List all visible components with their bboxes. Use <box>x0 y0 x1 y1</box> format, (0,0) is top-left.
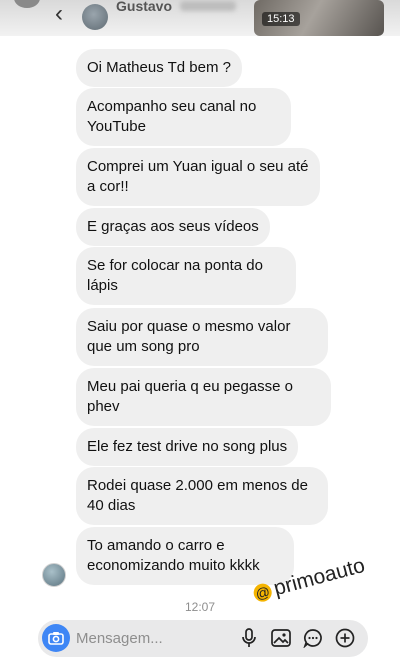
image-icon <box>271 629 291 647</box>
contact-name[interactable]: Gustavo <box>116 0 172 14</box>
message-bubble[interactable]: Se for colocar na ponta do lápis <box>76 247 296 305</box>
message-bubble[interactable]: Ele fez test drive no song plus <box>76 428 299 466</box>
chat-bubble-icon <box>303 629 322 648</box>
plus-circle-icon <box>335 628 355 648</box>
name-redaction <box>180 1 236 11</box>
sticker-button[interactable] <box>302 627 324 649</box>
microphone-button[interactable] <box>238 627 260 649</box>
at-icon: @ <box>251 581 274 604</box>
message-bubble[interactable]: To amando o carro e economizando muito k… <box>76 527 294 585</box>
add-button[interactable] <box>334 627 356 649</box>
message-bubble[interactable]: Rodei quase 2.000 em menos de 40 dias <box>76 467 328 525</box>
message-bubble[interactable]: Saiu por quase o mesmo valor que um song… <box>76 308 328 366</box>
message-bubble[interactable]: Meu pai queria q eu pegasse o phev <box>76 368 331 426</box>
sender-avatar[interactable] <box>42 563 66 587</box>
message-bubble[interactable]: Oi Matheus Td bem ? <box>76 49 242 87</box>
contact-avatar[interactable] <box>82 4 108 30</box>
camera-button[interactable] <box>42 624 70 652</box>
camera-icon <box>48 632 64 645</box>
chevron-left-icon: ‹ <box>55 0 63 27</box>
message-input[interactable] <box>76 627 226 649</box>
microphone-icon <box>242 628 256 647</box>
gallery-button[interactable] <box>270 627 292 649</box>
message-bubble[interactable]: Acompanho seu canal no YouTube <box>76 88 291 146</box>
message-timestamp: 12:07 <box>184 600 216 614</box>
message-bubble[interactable]: Comprei um Yuan igual o seu até a cor!! <box>76 148 320 206</box>
message-bubble[interactable]: E graças aos seus vídeos <box>76 208 270 246</box>
back-button[interactable]: ‹ <box>48 2 70 26</box>
video-time: 15:13 <box>262 12 300 26</box>
